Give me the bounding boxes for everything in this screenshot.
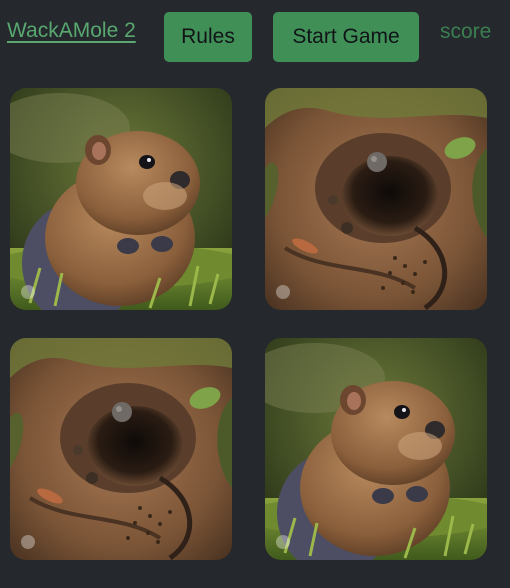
mole-image bbox=[265, 338, 487, 560]
start-game-button[interactable]: Start Game bbox=[273, 12, 419, 62]
score-label: score bbox=[440, 20, 492, 43]
top-bar: WackAMole 2 Rules Start Game score bbox=[0, 0, 510, 74]
hole-tile-1[interactable] bbox=[10, 88, 232, 310]
dirt-hole-image bbox=[265, 88, 487, 310]
dirt-hole-image bbox=[10, 338, 232, 560]
hole-tile-2[interactable] bbox=[265, 88, 487, 310]
hole-tile-3[interactable] bbox=[10, 338, 232, 560]
game-title-link[interactable]: WackAMole 2 bbox=[7, 19, 136, 43]
mole-image bbox=[10, 88, 232, 310]
game-page: WackAMole 2 Rules Start Game score bbox=[0, 0, 510, 588]
hole-tile-4[interactable] bbox=[265, 338, 487, 560]
rules-button[interactable]: Rules bbox=[164, 12, 252, 62]
